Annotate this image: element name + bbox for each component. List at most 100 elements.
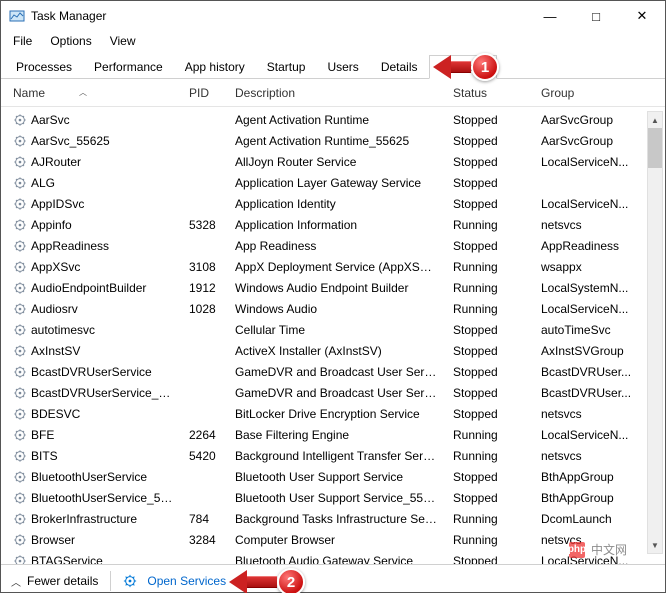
service-row[interactable]: BDESVCBitLocker Drive Encryption Service… [5, 403, 661, 424]
service-row[interactable]: BluetoothUserServiceBluetooth User Suppo… [5, 466, 661, 487]
column-headers: Name ︿ PID Description Status Group [1, 79, 665, 107]
minimize-button[interactable]: — [527, 1, 573, 31]
gear-icon [123, 574, 137, 588]
service-row[interactable]: BrokerInfrastructure784Background Tasks … [5, 508, 661, 529]
service-row[interactable]: AarSvcAgent Activation RuntimeStoppedAar… [5, 109, 661, 130]
cell-name: autotimesvc [5, 323, 181, 337]
scroll-up-button[interactable]: ▲ [648, 112, 662, 128]
service-icon [13, 239, 27, 253]
cell-description: ActiveX Installer (AxInstSV) [227, 344, 445, 358]
menu-file[interactable]: File [5, 32, 40, 50]
service-row[interactable]: AppXSvc3108AppX Deployment Service (AppX… [5, 256, 661, 277]
tab-startup[interactable]: Startup [256, 55, 317, 79]
service-row[interactable]: AppIDSvcApplication IdentityStoppedLocal… [5, 193, 661, 214]
services-list[interactable]: AarSvcAgent Activation RuntimeStoppedAar… [1, 107, 665, 564]
callout-2: 2 [229, 568, 305, 593]
cell-name: Browser [5, 533, 181, 547]
tab-users[interactable]: Users [316, 55, 369, 79]
service-row[interactable]: Appinfo5328Application InformationRunnin… [5, 214, 661, 235]
service-row[interactable]: BFE2264Base Filtering EngineRunningLocal… [5, 424, 661, 445]
cell-group: netsvcs [533, 218, 661, 232]
service-icon [13, 323, 27, 337]
cell-group: DcomLaunch [533, 512, 661, 526]
tab-performance[interactable]: Performance [83, 55, 174, 79]
service-row[interactable]: AudioEndpointBuilder1912Windows Audio En… [5, 277, 661, 298]
service-icon [13, 260, 27, 274]
service-row[interactable]: BTAGServiceBluetooth Audio Gateway Servi… [5, 550, 661, 564]
service-row[interactable]: Browser3284Computer BrowserRunningnetsvc… [5, 529, 661, 550]
cell-status: Stopped [445, 365, 533, 379]
scroll-down-button[interactable]: ▼ [648, 537, 662, 553]
cell-status: Stopped [445, 407, 533, 421]
service-icon [13, 302, 27, 316]
scrollbar-thumb[interactable] [648, 128, 662, 168]
header-pid[interactable]: PID [181, 86, 227, 100]
cell-description: Windows Audio Endpoint Builder [227, 281, 445, 295]
service-row[interactable]: AJRouterAllJoyn Router ServiceStoppedLoc… [5, 151, 661, 172]
tab-services[interactable]: Services [429, 55, 497, 79]
fewer-details-button[interactable]: ︿ Fewer details [11, 574, 98, 589]
cell-name: BluetoothUserService [5, 470, 181, 484]
service-icon [13, 155, 27, 169]
cell-status: Stopped [445, 344, 533, 358]
callout-badge-2: 2 [277, 568, 305, 593]
header-group[interactable]: Group [533, 86, 661, 100]
menu-bar: File Options View [1, 31, 665, 51]
service-row[interactable]: BcastDVRUserServiceGameDVR and Broadcast… [5, 361, 661, 382]
cell-description: Agent Activation Runtime_55625 [227, 134, 445, 148]
cell-description: Windows Audio [227, 302, 445, 316]
service-row[interactable]: AarSvc_55625Agent Activation Runtime_556… [5, 130, 661, 151]
cell-group: AarSvcGroup [533, 113, 661, 127]
cell-status: Stopped [445, 386, 533, 400]
maximize-button[interactable]: □ [573, 1, 619, 31]
cell-status: Stopped [445, 155, 533, 169]
close-button[interactable]: ✕ [619, 1, 665, 31]
cell-pid: 2264 [181, 428, 227, 442]
cell-group: BthAppGroup [533, 491, 661, 505]
service-icon [13, 428, 27, 442]
cell-group: AxInstSVGroup [533, 344, 661, 358]
cell-name: BcastDVRUserService [5, 365, 181, 379]
service-icon [13, 449, 27, 463]
tab-strip: Processes Performance App history Startu… [1, 51, 665, 79]
service-icon [13, 533, 27, 547]
header-name[interactable]: Name ︿ [5, 86, 181, 100]
menu-options[interactable]: Options [42, 32, 99, 50]
cell-name: Audiosrv [5, 302, 181, 316]
cell-status: Running [445, 449, 533, 463]
cell-description: Background Tasks Infrastructure Serv... [227, 512, 445, 526]
service-icon [13, 344, 27, 358]
header-description[interactable]: Description [227, 86, 445, 100]
cell-name: ALG [5, 176, 181, 190]
cell-description: Application Layer Gateway Service [227, 176, 445, 190]
tab-details[interactable]: Details [370, 55, 429, 79]
cell-pid: 1912 [181, 281, 227, 295]
service-row[interactable]: AxInstSVActiveX Installer (AxInstSV)Stop… [5, 340, 661, 361]
service-row[interactable]: Audiosrv1028Windows AudioRunningLocalSer… [5, 298, 661, 319]
menu-view[interactable]: View [102, 32, 144, 50]
tab-app-history[interactable]: App history [174, 55, 256, 79]
cell-name: BluetoothUserService_55625 [5, 491, 181, 505]
cell-status: Stopped [445, 491, 533, 505]
service-row[interactable]: BcastDVRUserService_55625GameDVR and Bro… [5, 382, 661, 403]
cell-status: Stopped [445, 113, 533, 127]
cell-name: BrokerInfrastructure [5, 512, 181, 526]
cell-description: Application Identity [227, 197, 445, 211]
tab-processes[interactable]: Processes [5, 55, 83, 79]
cell-group: BthAppGroup [533, 470, 661, 484]
open-services-link[interactable]: Open Services [123, 574, 226, 588]
service-row[interactable]: BluetoothUserService_55625Bluetooth User… [5, 487, 661, 508]
service-row[interactable]: ALGApplication Layer Gateway ServiceStop… [5, 172, 661, 193]
app-icon [9, 8, 25, 24]
scrollbar-track[interactable] [648, 168, 662, 537]
header-status[interactable]: Status [445, 86, 533, 100]
cell-group: LocalServiceN... [533, 197, 661, 211]
service-row[interactable]: BITS5420Background Intelligent Transfer … [5, 445, 661, 466]
cell-pid: 3284 [181, 533, 227, 547]
cell-status: Stopped [445, 323, 533, 337]
service-row[interactable]: autotimesvcCellular TimeStoppedautoTimeS… [5, 319, 661, 340]
cell-description: GameDVR and Broadcast User Servic... [227, 386, 445, 400]
cell-group: LocalServiceN... [533, 554, 661, 565]
vertical-scrollbar[interactable]: ▲ ▼ [647, 111, 663, 554]
service-row[interactable]: AppReadinessApp ReadinessStoppedAppReadi… [5, 235, 661, 256]
